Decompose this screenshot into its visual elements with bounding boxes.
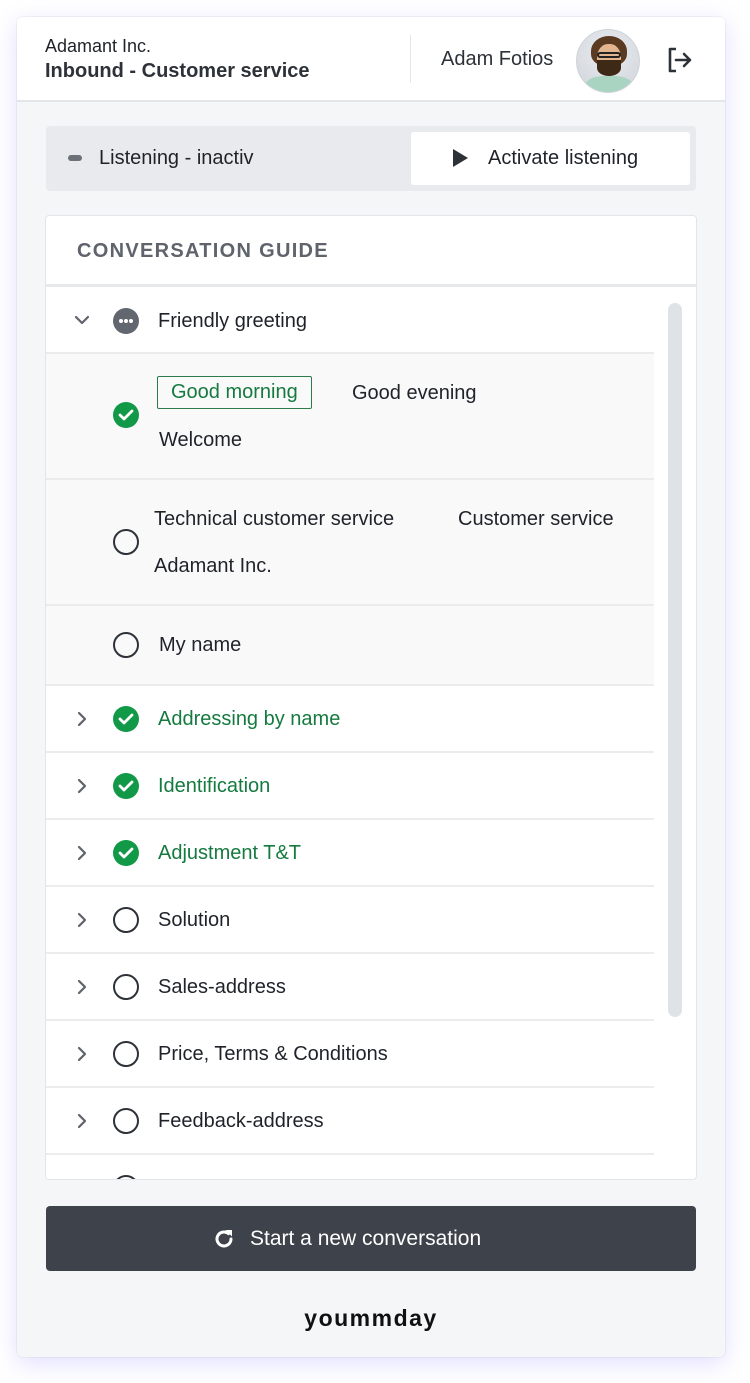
guide-subitem: Technical customer service Customer serv… — [46, 480, 654, 606]
guide-item-solution[interactable]: Solution — [46, 887, 654, 954]
guide-header: CONVERSATION GUIDE — [46, 216, 696, 287]
brand-logo: yoummday — [304, 1305, 438, 1331]
start-new-conversation-button[interactable]: Start a new conversation — [46, 1206, 696, 1271]
check-circle-icon — [113, 706, 139, 732]
chevron-right-icon[interactable] — [74, 979, 90, 995]
guide-item-label: Addressing by name — [158, 708, 341, 730]
check-circle-icon — [113, 840, 139, 866]
user-name: Adam Fotios — [441, 48, 554, 70]
guide-item-label: Goodbye — [158, 1177, 239, 1179]
guide-subitem: My name — [46, 606, 654, 686]
chevron-right-icon[interactable] — [74, 912, 90, 928]
option-chip[interactable]: Good evening — [352, 382, 477, 405]
chevron-right-icon[interactable] — [74, 845, 90, 861]
listening-status: Listening - inactiv — [99, 147, 254, 169]
refresh-icon — [215, 1230, 233, 1248]
guide-item-adjustment[interactable]: Adjustment T&T — [46, 820, 654, 887]
app-window: Adamant Inc. Inbound - Customer service … — [17, 17, 725, 1357]
activate-listening-button[interactable]: Activate listening — [411, 132, 690, 185]
option-chip[interactable]: Adamant Inc. — [154, 555, 272, 578]
empty-circle-icon — [113, 1041, 139, 1067]
logout-icon — [668, 47, 692, 73]
guide-item-label: Adjustment T&T — [158, 842, 302, 864]
guide-item-price-terms[interactable]: Price, Terms & Conditions — [46, 1021, 654, 1088]
guide-item-addressing-by-name[interactable]: Addressing by name — [46, 686, 654, 753]
option-chip[interactable]: Customer service — [458, 508, 614, 531]
dash-icon — [68, 155, 82, 161]
guide-item-label: Friendly greeting — [158, 310, 307, 332]
guide-item-friendly-greeting[interactable]: Friendly greeting — [46, 287, 654, 354]
chevron-down-icon[interactable] — [74, 312, 90, 328]
logout-button[interactable] — [665, 45, 695, 75]
activate-listening-label: Activate listening — [488, 147, 639, 169]
company-name: Adamant Inc. — [45, 36, 152, 56]
option-chip[interactable]: Good morning — [157, 376, 312, 409]
guide-list: Friendly greeting Good morning Good even… — [46, 287, 654, 1179]
guide-item-label: Identification — [158, 775, 271, 797]
option-chip[interactable]: My name — [159, 634, 241, 657]
campaign-name: Inbound - Customer service — [45, 60, 310, 82]
chevron-right-icon[interactable] — [74, 1113, 90, 1129]
guide-item-label: Solution — [158, 909, 231, 931]
guide-item-sales-address[interactable]: Sales-address — [46, 954, 654, 1021]
guide-item-feedback-address[interactable]: Feedback-address — [46, 1088, 654, 1155]
empty-circle-icon[interactable] — [113, 632, 139, 658]
listening-bar: Listening - inactiv Activate listening — [46, 126, 696, 191]
header-divider — [410, 35, 411, 83]
option-chip[interactable]: Welcome — [159, 429, 242, 452]
empty-circle-icon — [113, 974, 139, 1000]
start-new-conversation-label: Start a new conversation — [250, 1227, 482, 1250]
header: Adamant Inc. Inbound - Customer service … — [17, 17, 725, 102]
guide-item-label: Feedback-address — [158, 1110, 324, 1132]
check-circle-icon[interactable] — [113, 402, 139, 428]
user-avatar[interactable] — [576, 29, 640, 93]
chevron-right-icon[interactable] — [74, 1046, 90, 1062]
empty-circle-icon — [113, 1108, 139, 1134]
empty-circle-icon[interactable] — [113, 529, 139, 555]
in-progress-icon — [113, 308, 139, 334]
guide-item-label: Price, Terms & Conditions — [158, 1043, 388, 1065]
check-circle-icon — [113, 773, 139, 799]
play-icon — [453, 149, 468, 167]
empty-circle-icon — [113, 907, 139, 933]
guide-title: CONVERSATION GUIDE — [77, 240, 329, 262]
chevron-right-icon[interactable] — [74, 711, 90, 727]
chevron-right-icon[interactable] — [74, 778, 90, 794]
option-chip[interactable]: Technical customer service — [154, 508, 394, 531]
guide-item-goodbye[interactable]: Goodbye — [46, 1155, 654, 1179]
guide-item-identification[interactable]: Identification — [46, 753, 654, 820]
empty-circle-icon — [113, 1175, 139, 1179]
guide-item-label: Sales-address — [158, 976, 286, 998]
conversation-guide: CONVERSATION GUIDE Friendly greeting Goo… — [45, 215, 697, 1180]
guide-subitem: Good morning Good evening Welcome — [46, 354, 654, 480]
scrollbar[interactable] — [668, 303, 682, 1017]
